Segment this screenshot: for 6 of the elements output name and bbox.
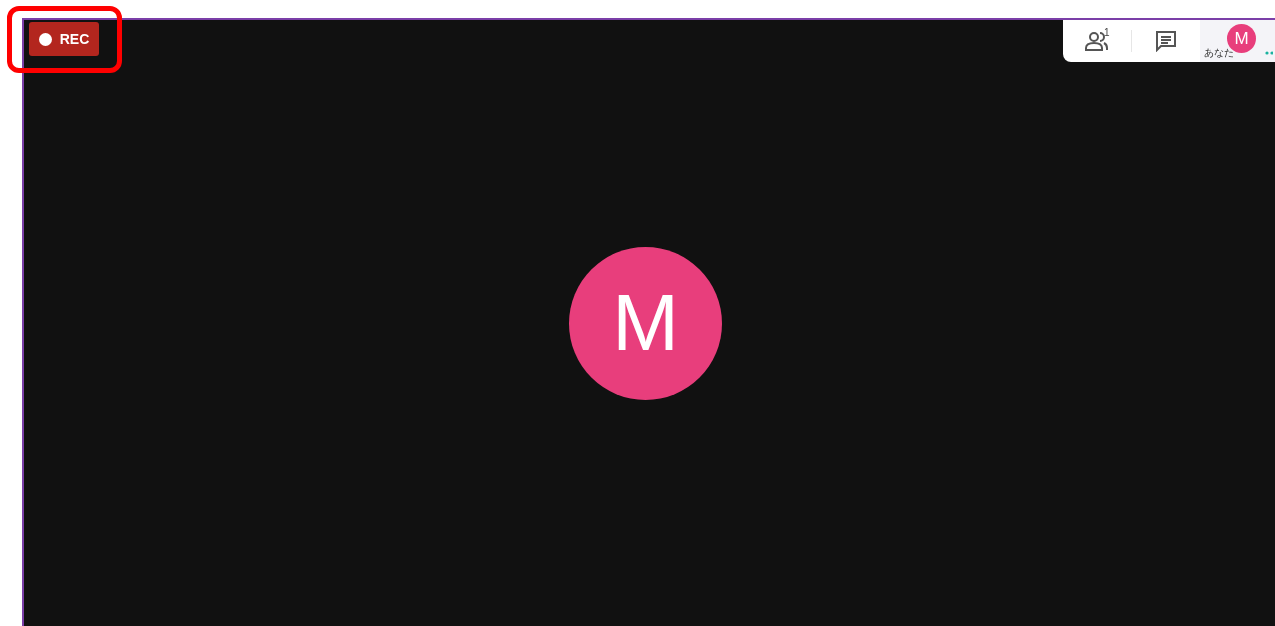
participants-button[interactable]: 1 (1063, 20, 1131, 62)
recording-badge: REC (29, 22, 99, 56)
record-icon (38, 32, 52, 46)
avatar: M (569, 246, 722, 400)
chat-icon (1155, 30, 1177, 52)
participant-count: 1 (1104, 27, 1110, 38)
